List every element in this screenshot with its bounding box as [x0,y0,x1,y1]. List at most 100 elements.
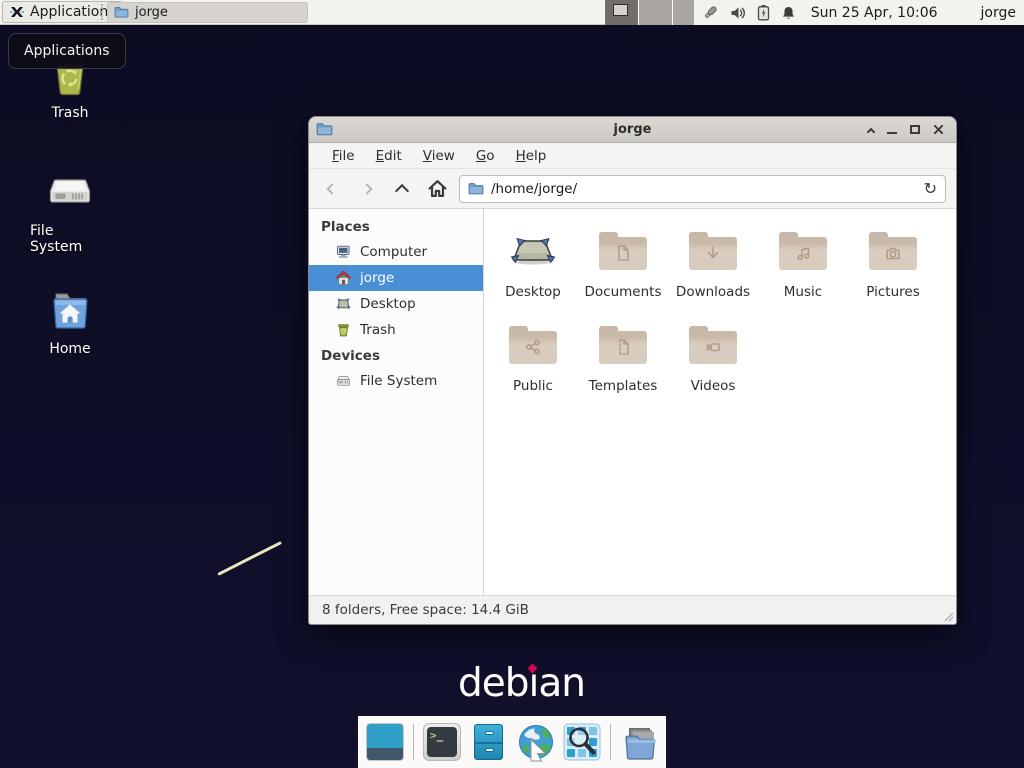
resize-grip[interactable] [944,612,954,622]
taskbar-window-button[interactable]: jorge [107,2,308,23]
taskbar-folder-icon [114,6,129,19]
sidebar-item-label: Computer [360,244,427,260]
documents-folder-icon [599,232,647,270]
home-place-icon [335,270,352,286]
sidebar-item-trash[interactable]: Trash [309,317,483,343]
file-manager-launcher[interactable] [474,724,503,760]
dock: >_ [358,716,666,768]
folder-item-pictures[interactable]: Pictures [848,227,938,300]
shade-button[interactable] [868,120,874,139]
back-icon [326,183,337,194]
desktop-icon-home[interactable]: Home [30,286,110,357]
menu-view[interactable]: View [423,148,455,164]
workspace-1[interactable] [605,0,638,25]
desktop-place-icon [335,296,352,312]
folder-label: Downloads [676,284,750,300]
hard-drive-icon [46,168,94,216]
taskbar-handle [101,4,104,20]
menu-help[interactable]: Help [516,148,547,164]
path-folder-icon [468,182,484,196]
folder-launcher[interactable] [620,723,658,761]
forward-icon [361,183,372,194]
menubar: File Edit View Go Help [309,143,956,169]
menu-edit[interactable]: Edit [376,148,402,164]
folder-item-desktop[interactable]: Desktop [488,227,578,300]
folder-label: Templates [589,378,658,394]
folder-item-public[interactable]: Public [488,321,578,394]
menu-go[interactable]: Go [476,148,495,164]
removable-device-icon[interactable] [702,4,719,21]
minimize-button[interactable] [887,132,897,134]
sidebar-item-computer[interactable]: Computer [309,239,483,265]
notifications-bell-icon[interactable] [781,5,796,21]
show-desktop-button[interactable] [366,723,404,761]
dock-folder-icon [620,723,660,763]
music-folder-icon [779,232,827,270]
desktop-scribble-line [217,541,282,576]
sidebar-item-label: jorge [360,270,394,286]
folder-item-videos[interactable]: Videos [668,321,758,394]
computer-icon [335,244,352,260]
home-folder-icon [46,286,94,334]
dock-separator [413,724,414,760]
file-manager-window: jorge File Edit View Go Help /home/jo [308,116,957,625]
clock[interactable]: Sun 25 Apr, 10:06 [811,5,938,21]
folder-label: Documents [585,284,662,300]
workspace-2[interactable] [638,0,672,25]
drive-icon [335,373,352,389]
volume-icon[interactable] [730,5,746,21]
sidebar-item-desktop[interactable]: Desktop [309,291,483,317]
panel-username[interactable]: jorge [981,5,1016,21]
maximize-button[interactable] [910,125,920,134]
window-title: jorge [309,122,956,137]
folder-label: Videos [691,378,736,394]
debian-logo-i: ı [529,663,539,706]
cabinet-drawer-handle [485,748,494,752]
folder-item-music[interactable]: Music [758,227,848,300]
videos-folder-icon [689,326,737,364]
folder-item-downloads[interactable]: Downloads [668,227,758,300]
forward-button[interactable] [354,176,380,202]
sidebar-header-devices: Devices [309,343,483,368]
folder-item-documents[interactable]: Documents [578,227,668,300]
desktop-icon-label: Home [49,341,90,357]
downloads-folder-icon [689,232,737,270]
titlebar[interactable]: jorge [309,117,956,143]
web-browser-launcher[interactable] [516,723,554,761]
templates-folder-icon [599,326,647,364]
top-panel: Applications jorge Sun 25 Apr, 10:06 jor… [0,0,1024,25]
sidebar-item-jorge[interactable]: jorge [309,265,483,291]
terminal-icon: >_ [427,727,457,757]
up-button[interactable] [389,176,415,202]
debian-logo-text-end: an [538,663,585,706]
icon-view[interactable]: Desktop Documents Downloads Music [484,209,956,595]
app-finder-launcher[interactable] [563,723,601,761]
battery-icon[interactable] [757,4,770,21]
home-button[interactable] [424,176,450,202]
folder-label: Public [513,378,553,394]
sidebar: Places Computer jorge [309,209,484,595]
applications-tooltip: Applications [8,33,126,69]
home-icon [427,178,448,199]
toolbar: /home/jorge/ ↻ [309,169,956,209]
trash-place-icon [335,322,352,338]
folder-label: Music [784,284,822,300]
sidebar-item-file-system[interactable]: File System [309,368,483,394]
applications-menu-button[interactable]: Applications [2,1,123,23]
reload-button[interactable]: ↻ [924,181,937,197]
close-button[interactable] [933,120,944,139]
sidebar-header-places: Places [309,214,483,239]
back-button[interactable] [319,176,345,202]
applications-menu-icon [9,4,25,20]
taskbar-window-label: jorge [135,5,168,20]
menu-file[interactable]: File [332,148,355,164]
terminal-launcher[interactable]: >_ [423,723,461,761]
folder-item-templates[interactable]: Templates [578,321,668,394]
path-input[interactable]: /home/jorge/ ↻ [459,175,946,203]
desktop-icon-file-system[interactable]: File System [30,168,110,255]
public-folder-icon [509,326,557,364]
cabinet-drawer-handle [485,731,494,735]
statusbar-text: 8 folders, Free space: 14.4 GiB [322,602,529,618]
desktop-icon-label: Trash [52,105,89,121]
show-desktop-icon [367,724,403,748]
